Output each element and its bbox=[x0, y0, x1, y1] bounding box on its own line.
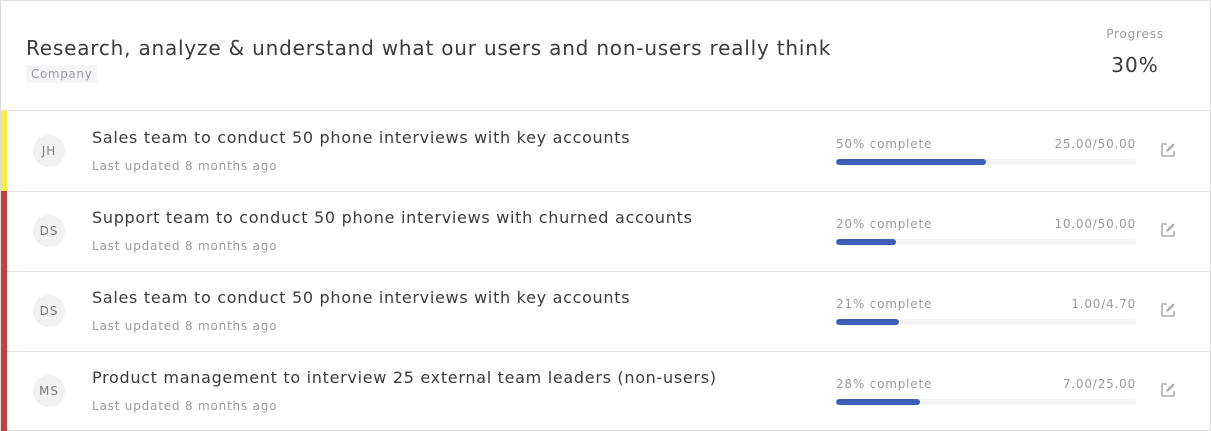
edit-icon bbox=[1161, 303, 1175, 317]
last-updated-text: Last updated 8 months ago bbox=[92, 399, 278, 413]
key-result-row[interactable]: DS Support team to conduct 50 phone inte… bbox=[1, 191, 1210, 272]
progress-track bbox=[836, 319, 1136, 325]
progress-label: Progress bbox=[1106, 27, 1164, 41]
progress-track bbox=[836, 159, 1136, 165]
last-updated-text: Last updated 8 months ago bbox=[92, 239, 278, 253]
progress-fill bbox=[836, 239, 896, 245]
edit-button[interactable] bbox=[1158, 380, 1178, 400]
status-indicator bbox=[1, 271, 7, 351]
key-result-row[interactable]: JH Sales team to conduct 50 phone interv… bbox=[1, 111, 1210, 192]
last-updated-text: Last updated 8 months ago bbox=[92, 319, 278, 333]
percent-complete-text: 20% complete bbox=[836, 217, 933, 231]
percent-complete-text: 50% complete bbox=[836, 137, 933, 151]
progress-value: 30% bbox=[1111, 53, 1159, 77]
objective-card: Research, analyze & understand what our … bbox=[0, 0, 1211, 431]
edit-icon bbox=[1161, 383, 1175, 397]
key-result-title[interactable]: Support team to conduct 50 phone intervi… bbox=[92, 208, 693, 227]
progress-track bbox=[836, 239, 1136, 245]
edit-button[interactable] bbox=[1158, 300, 1178, 320]
avatar: MS bbox=[33, 375, 65, 407]
percent-complete-text: 21% complete bbox=[836, 297, 933, 311]
edit-button[interactable] bbox=[1158, 220, 1178, 240]
avatar: DS bbox=[33, 295, 65, 327]
objective-header: Research, analyze & understand what our … bbox=[1, 1, 1210, 111]
key-result-title[interactable]: Sales team to conduct 50 phone interview… bbox=[92, 288, 630, 307]
progress-ratio: 10.00/50.00 bbox=[1054, 217, 1136, 231]
percent-complete-text: 28% complete bbox=[836, 377, 933, 391]
progress-ratio: 7.00/25.00 bbox=[1062, 377, 1136, 391]
progress-fill bbox=[836, 399, 920, 405]
key-result-row[interactable]: MS Product management to interview 25 ex… bbox=[1, 351, 1210, 431]
edit-icon bbox=[1161, 223, 1175, 237]
last-updated-text: Last updated 8 months ago bbox=[92, 159, 278, 173]
progress-fill bbox=[836, 159, 986, 165]
progress-ratio: 25.00/50.00 bbox=[1054, 137, 1136, 151]
edit-button[interactable] bbox=[1158, 140, 1178, 160]
objective-tag: Company bbox=[26, 65, 98, 83]
key-result-title[interactable]: Sales team to conduct 50 phone interview… bbox=[92, 128, 630, 147]
key-result-row[interactable]: DS Sales team to conduct 50 phone interv… bbox=[1, 271, 1210, 352]
progress-ratio: 1.00/4.70 bbox=[1071, 297, 1136, 311]
progress-fill bbox=[836, 319, 899, 325]
progress-track bbox=[836, 399, 1136, 405]
key-result-title[interactable]: Product management to interview 25 exter… bbox=[92, 368, 717, 387]
status-indicator bbox=[1, 111, 7, 191]
objective-title[interactable]: Research, analyze & understand what our … bbox=[26, 36, 831, 60]
avatar: JH bbox=[33, 135, 65, 167]
status-indicator bbox=[1, 351, 7, 431]
avatar: DS bbox=[33, 215, 65, 247]
edit-icon bbox=[1161, 143, 1175, 157]
status-indicator bbox=[1, 191, 7, 271]
